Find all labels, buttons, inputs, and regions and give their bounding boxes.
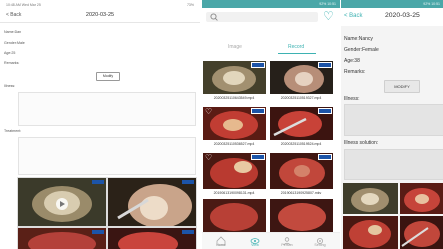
active-tab-indicator [278, 53, 316, 54]
video-filename: 20200325110643549.mp4 [213, 96, 255, 100]
remarks-field: Remarks: [344, 69, 366, 75]
tablet-screen: 10:48 AM Wed Mar 25 73% < Back 2020-03-2… [0, 0, 200, 249]
modify-button[interactable]: MODIFY [384, 80, 420, 93]
video-thumbnail[interactable] [107, 227, 197, 249]
illness-solution-textarea[interactable] [344, 149, 443, 180]
surgery-image [400, 183, 443, 214]
gender-field: Gender:Female [344, 47, 379, 53]
video-badge [318, 154, 332, 160]
heart-icon: ♡ [205, 107, 213, 116]
heart-icon: ♡ [205, 153, 213, 162]
surgery-image [343, 183, 398, 214]
detail-screen: 92% 10:51 < Back 2020-03-25 Name:Nancy G… [341, 0, 443, 249]
nav-person[interactable]: Person [276, 243, 298, 247]
video-filename: 20190613190925807.mkv [280, 191, 322, 195]
favorite-heart-icon[interactable]: ♡ [323, 9, 334, 23]
modify-button[interactable]: Modify [96, 72, 120, 81]
status-bar: 92% 10:51 [341, 0, 443, 8]
nav-setting[interactable]: Setting [309, 243, 331, 247]
name-field: Name:Nancy [344, 36, 373, 42]
treatment-label: Treatment: [4, 129, 22, 133]
treatment-textarea[interactable] [18, 137, 196, 175]
video-list-screen: 92% 10:51 ♡ Image Record 202003251106435… [202, 0, 340, 249]
video-thumbnail[interactable] [270, 61, 333, 94]
video-badge [251, 154, 265, 160]
surgery-image [18, 178, 106, 226]
surgery-image [108, 228, 196, 249]
video-badge [251, 108, 265, 114]
video-thumbnail[interactable]: ♡ [203, 107, 266, 140]
tab-image[interactable]: Image [228, 44, 242, 50]
video-filename: 20200325110519327.mp4 [280, 96, 322, 100]
header: < Back 2020-03-25 [0, 10, 200, 23]
video-badge [318, 62, 332, 68]
video-badge [251, 62, 265, 68]
video-thumbnail[interactable] [400, 216, 443, 249]
nav-view[interactable]: View [244, 243, 266, 247]
video-thumbnail[interactable] [203, 199, 266, 232]
video-thumbnail[interactable] [17, 177, 107, 227]
surgery-image [270, 199, 333, 232]
search-input[interactable] [206, 12, 318, 22]
surgery-image [343, 216, 398, 249]
surgery-image [18, 228, 106, 249]
tab-record[interactable]: Record [288, 44, 304, 50]
surgery-image [203, 199, 266, 232]
illness-textarea[interactable] [18, 92, 196, 126]
surgery-image [400, 216, 443, 249]
video-thumbnail[interactable] [270, 153, 333, 189]
video-thumbnail[interactable] [203, 61, 266, 94]
status-battery: 73% [186, 3, 194, 7]
video-thumbnail[interactable] [270, 199, 333, 232]
status-bar: 10:48 AM Wed Mar 25 73% [0, 0, 200, 10]
surgery-image [108, 178, 196, 226]
video-thumbnail[interactable]: ♡ [203, 153, 266, 189]
age-field: Age:38 [344, 58, 360, 64]
video-filename: 20200325110536527.mp4 [213, 142, 255, 146]
person-icon [284, 237, 290, 242]
video-thumbnail[interactable] [343, 183, 398, 214]
video-thumbnail[interactable] [17, 227, 107, 249]
nav-home[interactable]: Home [210, 243, 232, 247]
video-badge [318, 108, 332, 114]
status-right: 92% 10:51 [423, 2, 440, 6]
illness-solution-label: Illness solution: [344, 140, 379, 146]
page-title: 2020-03-25 [385, 12, 420, 19]
gender-field: Gender:Male [4, 41, 25, 45]
page-title: 2020-03-25 [85, 12, 115, 18]
search-icon [210, 13, 218, 21]
status-time: 10:48 AM Wed Mar 25 [6, 3, 41, 7]
name-field: Name:Dan [4, 30, 22, 34]
header: < Back 2020-03-25 [341, 8, 443, 26]
video-filename: 20200325110519524.mp4 [280, 142, 322, 146]
illness-label: Illness: [344, 96, 360, 102]
video-thumbnail[interactable] [343, 216, 398, 249]
illness-textarea[interactable] [344, 104, 443, 136]
remarks-field: Remarks: [4, 61, 20, 65]
illness-label: Illness: [4, 84, 16, 88]
video-thumbnail[interactable] [107, 177, 197, 227]
video-thumbnail[interactable] [270, 107, 333, 140]
video-thumbnail[interactable] [400, 183, 443, 214]
video-filename: 20190613190098131.mp4 [213, 191, 255, 195]
status-bar: 92% 10:51 [202, 0, 340, 8]
back-button[interactable]: < Back [344, 13, 363, 19]
age-field: Age:25 [4, 51, 16, 55]
status-right: 92% 10:51 [319, 2, 336, 6]
